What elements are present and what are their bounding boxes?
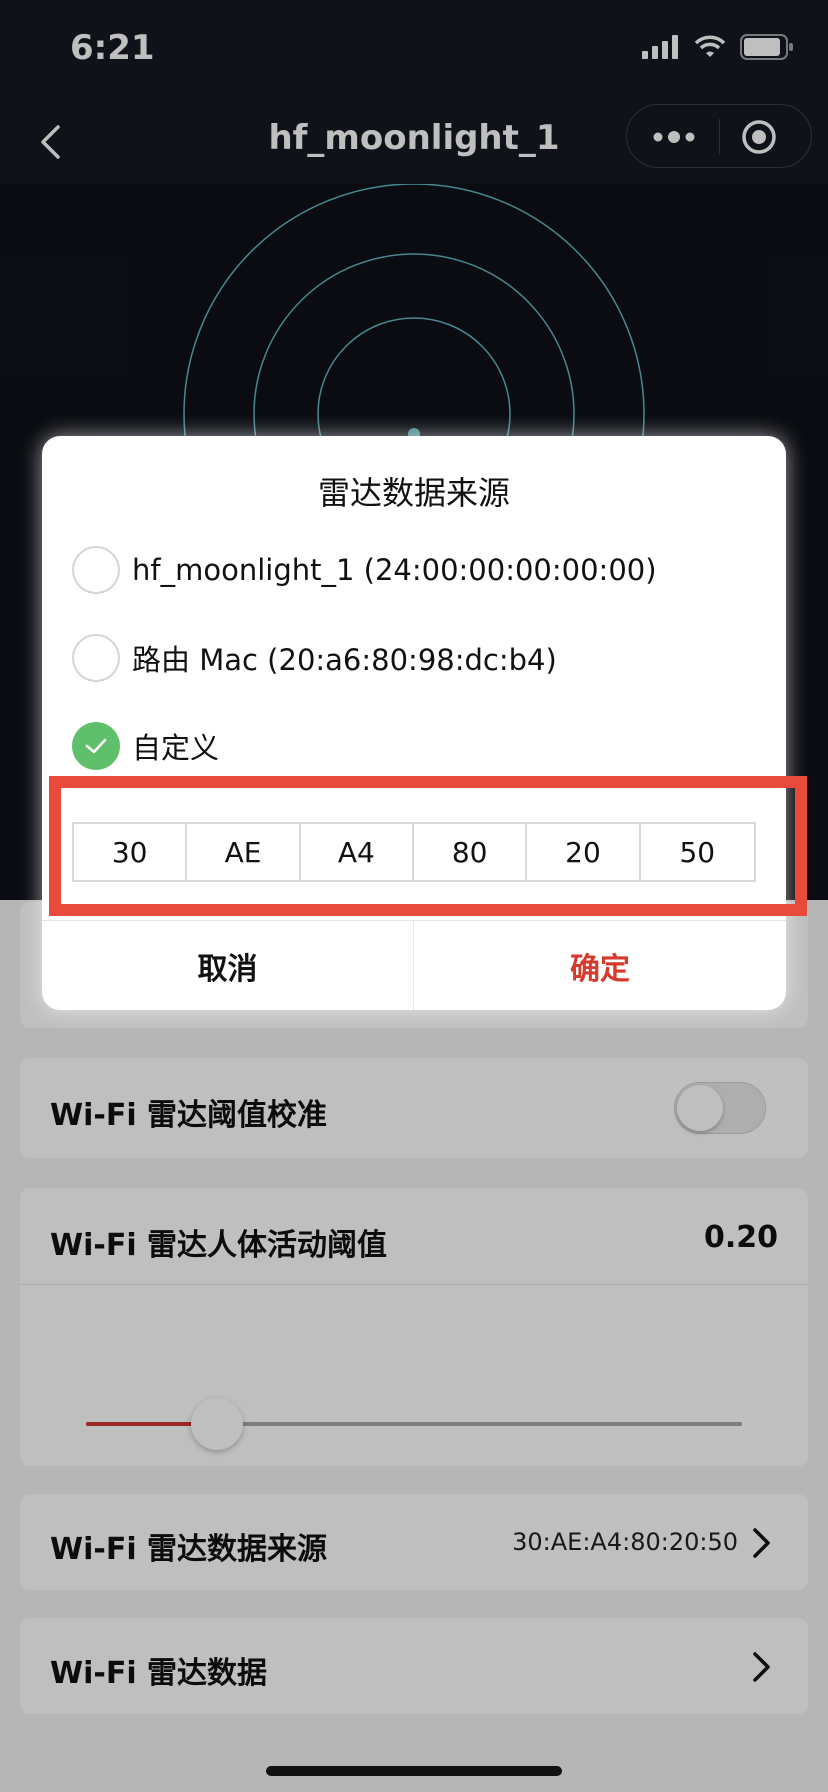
data-source-dialog: 雷达数据来源 hf_moonlight_1 (24:00:00:00:00:00… [42,436,786,1010]
cancel-button[interactable]: 取消 [42,921,414,1010]
option-label: 路由 Mac (20:a6:80:98:dc:b4) [132,643,557,677]
confirm-button[interactable]: 确定 [414,921,786,1010]
option-label: hf_moonlight_1 (24:00:00:00:00:00) [132,553,657,587]
radio-button-checked[interactable] [72,722,120,770]
option-router-mac[interactable]: 路由 Mac (20:a6:80:98:dc:b4) [72,634,557,682]
highlight-box [49,776,807,916]
dialog-title: 雷达数据来源 [317,474,510,512]
radio-button[interactable] [72,634,120,682]
checkmark-icon [85,738,107,754]
dialog-buttons: 取消 确定 [42,920,786,1010]
option-label: 自定义 [132,731,220,765]
radio-button[interactable] [72,546,120,594]
home-indicator[interactable] [266,1766,562,1776]
option-custom[interactable]: 自定义 [72,722,219,770]
option-device[interactable]: hf_moonlight_1 (24:00:00:00:00:00) [72,546,657,594]
